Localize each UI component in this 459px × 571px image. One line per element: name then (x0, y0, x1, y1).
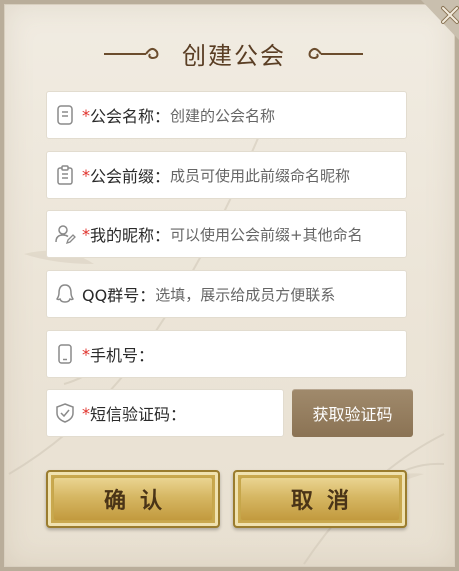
phone-field[interactable]: * 手机号： (46, 330, 407, 378)
guild-prefix-input[interactable]: 成员可使用此前缀命名昵称 (170, 165, 350, 186)
shield-check-icon (56, 403, 74, 423)
phone-label: 手机号： (90, 346, 155, 365)
nickname-input[interactable]: 可以使用公会前缀+其他命名 (170, 224, 363, 245)
nickname-label: 我的昵称： (90, 226, 171, 245)
guild-prefix-label: 公会前缀： (90, 167, 171, 186)
guild-prefix-field[interactable]: * 公会前缀： 成员可使用此前缀命名昵称 (46, 151, 407, 199)
user-edit-icon (55, 225, 76, 245)
nickname-field[interactable]: * 我的昵称： 可以使用公会前缀+其他命名 (46, 210, 407, 258)
sms-code-field[interactable]: * 短信验证码： (46, 389, 284, 437)
clipboard-icon (57, 165, 73, 185)
get-code-button[interactable]: 获取验证码 (292, 389, 413, 437)
required-mark: * (82, 344, 90, 364)
qq-group-field[interactable]: QQ群号： 选填，展示给成员方便联系 (46, 270, 407, 318)
cancel-button[interactable]: 取消 (233, 470, 407, 528)
guild-name-input[interactable]: 创建的公会名称 (170, 105, 275, 126)
required-mark: * (82, 105, 90, 125)
required-mark: * (82, 165, 90, 185)
qq-penguin-icon (56, 284, 74, 303)
required-mark: * (82, 403, 90, 423)
document-icon (57, 105, 73, 125)
close-icon[interactable] (415, 0, 459, 44)
sms-code-label: 短信验证码： (90, 405, 187, 424)
cancel-button-label: 取消 (290, 488, 363, 514)
title-ornament-right-icon (308, 48, 363, 60)
required-mark: * (82, 224, 90, 244)
guild-name-label: 公会名称： (90, 107, 171, 126)
dialog-header: 创建公会 (4, 32, 459, 76)
phone-icon (58, 344, 72, 364)
guild-name-field[interactable]: * 公会名称： 创建的公会名称 (46, 91, 407, 139)
dialog-title: 创建公会 (182, 42, 286, 70)
confirm-button-label: 确认 (103, 488, 176, 514)
qq-group-label: QQ群号： (82, 286, 156, 305)
confirm-button[interactable]: 确认 (46, 470, 220, 528)
title-ornament-left-icon (104, 48, 159, 60)
qq-group-input[interactable]: 选填，展示给成员方便联系 (155, 284, 335, 305)
